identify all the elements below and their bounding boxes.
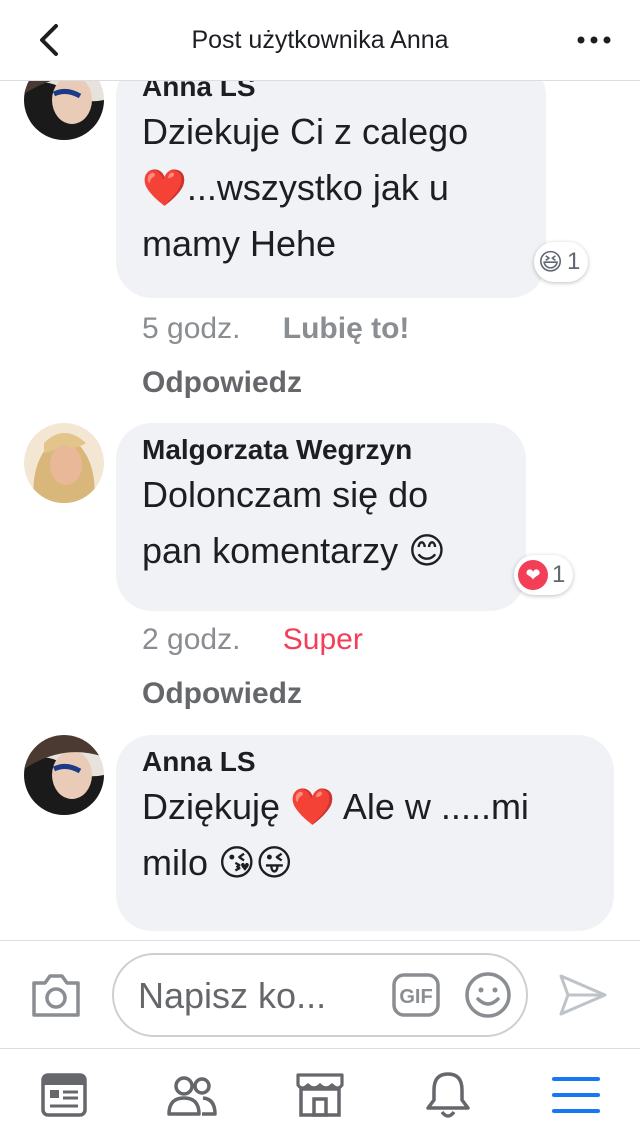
comment-text-line: mamy Hehe <box>142 223 337 264</box>
tab-news-feed[interactable] <box>36 1067 92 1123</box>
comment-text-line: Dziekuje Ci z calego <box>142 111 469 152</box>
more-dots-icon <box>577 36 611 44</box>
friends-icon <box>167 1076 217 1116</box>
avatar[interactable] <box>24 423 104 503</box>
comment-text-line: Dolonczam się do <box>142 474 429 515</box>
more-button[interactable] <box>574 22 614 58</box>
comment-text-line: milo 😘😜 <box>142 842 294 883</box>
comment-composer: GIF <box>0 940 640 1049</box>
tab-menu[interactable] <box>548 1067 604 1123</box>
comment-bubble: Anna LS Dziękuję ❤️ Ale w .....mi milo 😘… <box>116 735 614 931</box>
gif-button[interactable]: GIF <box>392 973 440 1017</box>
comment-bubble: Malgorzata Wegrzyn Dolonczam się do pan … <box>116 423 526 611</box>
comment-meta: 2 godz. Super <box>142 623 363 657</box>
bell-icon <box>426 1072 470 1118</box>
gif-icon: GIF <box>392 973 440 1017</box>
send-icon <box>559 974 607 1016</box>
tab-marketplace[interactable] <box>292 1067 348 1123</box>
super-reaction-button[interactable]: Super <box>283 623 363 656</box>
camera-icon <box>32 974 80 1017</box>
love-reaction-icon: ❤ <box>518 560 548 590</box>
comment-author[interactable]: Anna LS <box>142 81 520 104</box>
reaction-badge[interactable]: ❤ 1 <box>514 555 574 595</box>
news-feed-icon <box>41 1073 87 1117</box>
back-button[interactable] <box>30 22 66 58</box>
hamburger-menu-icon <box>552 1077 600 1113</box>
chevron-left-icon <box>40 24 58 56</box>
comment-text-line: ❤️...wszystko jak u <box>142 167 449 208</box>
reply-button[interactable]: Odpowiedz <box>142 366 302 400</box>
marketplace-icon <box>296 1073 344 1117</box>
comment-time[interactable]: 2 godz. <box>142 623 240 656</box>
comment-input[interactable] <box>136 973 380 1019</box>
comment-meta: 5 godz. Lubię to! <box>142 312 409 346</box>
reply-button[interactable]: Odpowiedz <box>142 677 302 711</box>
like-button[interactable]: Lubię to! <box>283 312 410 345</box>
send-button[interactable] <box>558 973 608 1017</box>
smiley-icon <box>465 972 511 1018</box>
svg-text:GIF: GIF <box>399 986 432 1008</box>
camera-button[interactable] <box>30 971 82 1019</box>
comment-text-line: Dziękuję ❤️ Ale w .....mi <box>142 786 529 827</box>
comment-bubble: Anna LS Dziekuje Ci z calego ❤️...wszyst… <box>116 81 546 298</box>
bottom-tab-bar <box>0 1048 640 1137</box>
reaction-count: 1 <box>552 561 566 588</box>
page-title: Post użytkownika Anna <box>191 25 449 54</box>
avatar[interactable] <box>24 81 104 140</box>
reaction-badge[interactable]: 😆 1 <box>534 242 589 282</box>
top-bar: Post użytkownika Anna <box>0 0 640 81</box>
comment-time[interactable]: 5 godz. <box>142 312 240 345</box>
tab-notifications[interactable] <box>420 1067 476 1123</box>
haha-reaction-icon: 😆 <box>538 248 564 276</box>
comment-field[interactable]: GIF <box>112 953 528 1037</box>
comment-author[interactable]: Anna LS <box>142 745 588 779</box>
emoji-button[interactable] <box>464 971 512 1019</box>
comments-list: Anna LS Dziekuje Ci z calego ❤️...wszyst… <box>0 81 640 940</box>
comment-author[interactable]: Malgorzata Wegrzyn <box>142 433 500 467</box>
comment-text-line: pan komentarzy 😊 <box>142 530 446 571</box>
avatar[interactable] <box>24 735 104 815</box>
tab-friends[interactable] <box>164 1067 220 1123</box>
reaction-count: 1 <box>567 248 581 275</box>
